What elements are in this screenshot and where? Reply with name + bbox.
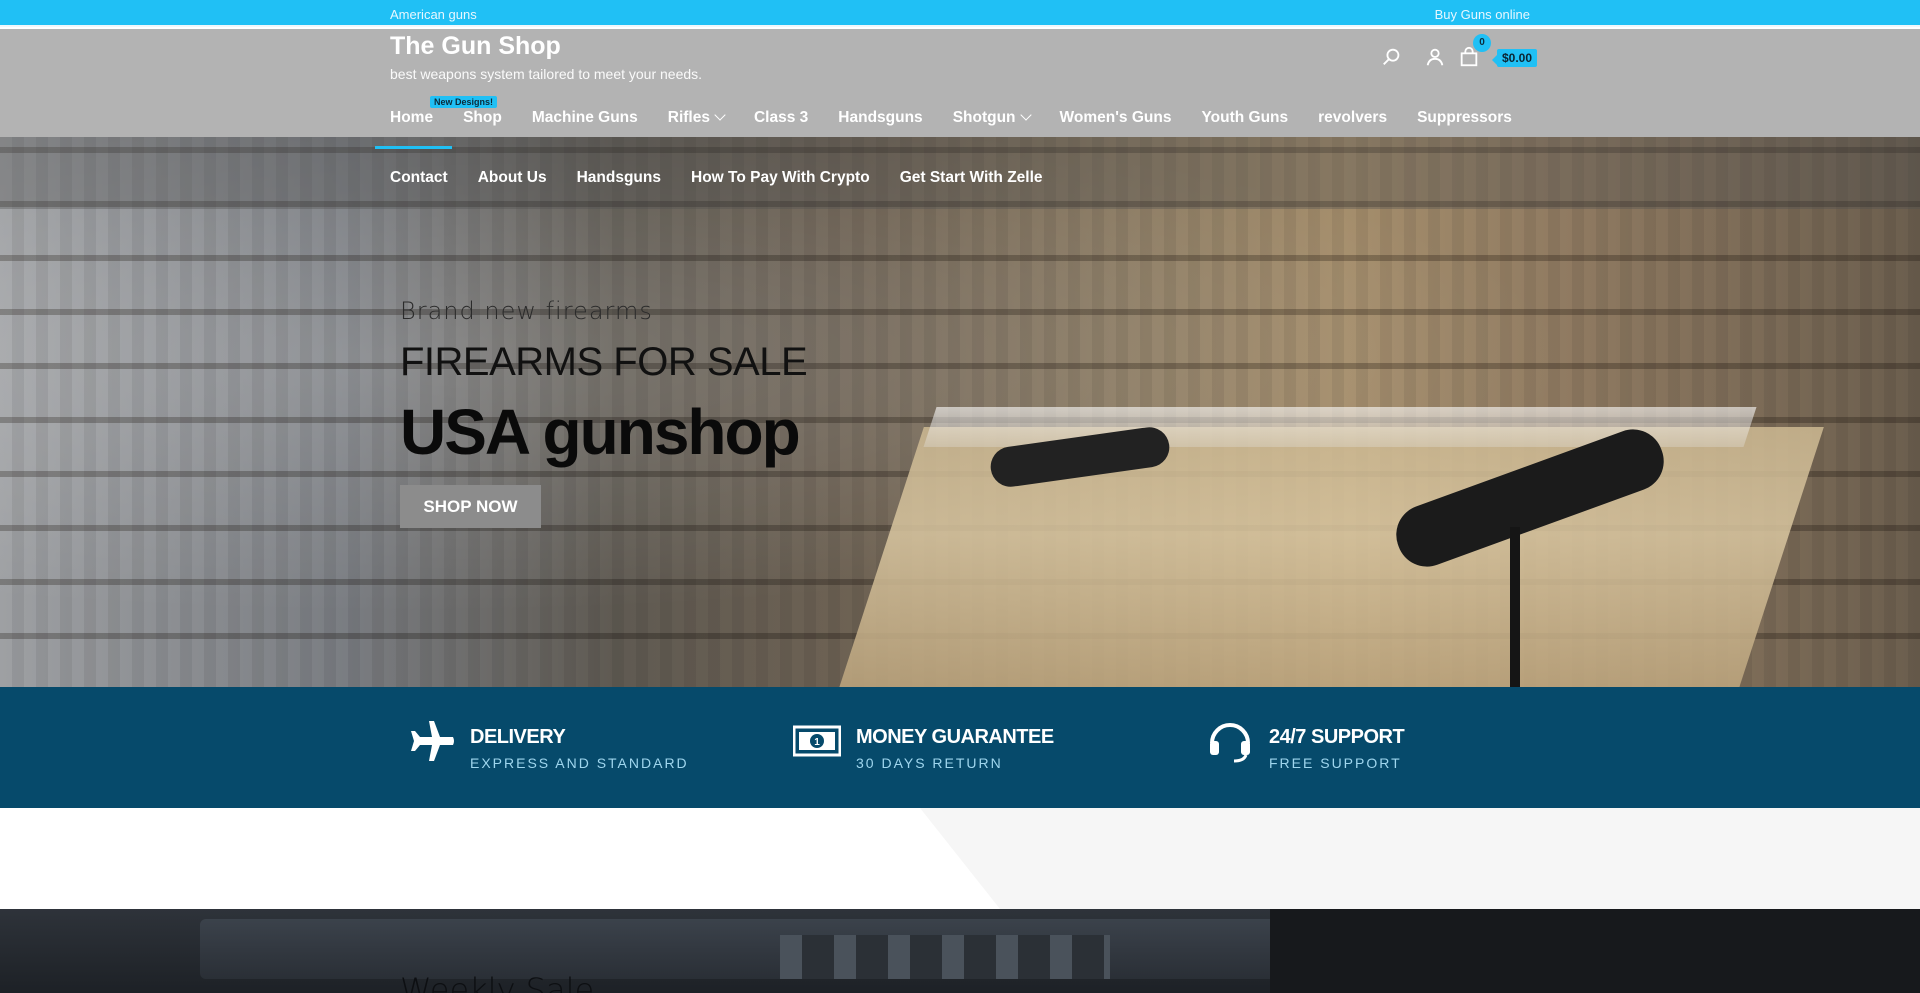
cart-count-badge: 0 [1473,34,1491,52]
new-designs-badge: New Designs! [430,96,498,108]
content-spacer [0,808,1920,909]
site-tagline: best weapons system tailored to meet you… [390,66,703,82]
headset-icon [1206,719,1254,763]
airplane-icon [407,719,455,763]
chevron-down-icon [714,109,726,121]
secondary-nav: Contact About Us Handsguns How To Pay Wi… [390,169,1073,187]
nav-item-suppressors[interactable]: Suppressors [1417,109,1512,127]
rifle-rail-image [780,935,1110,979]
nav-item-rifles[interactable]: Rifles [667,109,726,127]
site-header: The Gun Shop best weapons system tailore… [0,29,1920,137]
shop-now-button[interactable]: SHOP NOW [400,485,541,528]
nav-item-shop[interactable]: Shop [463,109,502,127]
nav-item-youth-guns[interactable]: Youth Guns [1201,109,1288,127]
nav-item-machine-guns[interactable]: Machine Guns [532,109,638,127]
diagonal-shape [920,808,1920,909]
feature-subtitle: FREE SUPPORT [1269,755,1402,771]
nav-item-handsguns[interactable]: Handsguns [838,109,922,127]
nav-item-womens-guns[interactable]: Women's Guns [1060,109,1172,127]
search-icon[interactable] [1381,46,1403,68]
hero-counter-shape [836,427,1824,687]
nav-item-class-3[interactable]: Class 3 [754,109,808,127]
top-bar: American guns Buy Guns online [0,0,1920,27]
feature-subtitle: 30 DAYS RETURN [856,755,1003,771]
hero-heading: FIREARMS FOR SALE [400,340,808,384]
nav-item-about-us[interactable]: About Us [478,169,547,187]
nav-item-pay-with-crypto[interactable]: How To Pay With Crypto [691,169,870,187]
money-icon: 1 [792,719,842,763]
nav-item-handsguns-secondary[interactable]: Handsguns [577,169,661,187]
primary-nav: Home Shop Machine Guns Rifles Class 3 Ha… [390,109,1542,127]
nav-item-home[interactable]: Home [390,109,433,127]
feature-subtitle: EXPRESS AND STANDARD [470,755,689,771]
hero-banner: Contact About Us Handsguns How To Pay Wi… [0,137,1920,687]
weekly-dark-panel [1270,909,1920,993]
feature-title: MONEY GUARANTEE [856,726,1054,748]
site-title[interactable]: The Gun Shop [390,32,561,61]
weekly-sale-section: Weekly Sale [0,909,1920,993]
cart-total[interactable]: $0.00 [1491,49,1538,67]
hero-eyebrow: Brand new firearms [400,297,653,325]
weekly-sale-title: Weekly Sale [400,971,595,993]
features-band: DELIVERY EXPRESS AND STANDARD 1 MONEY GU… [0,687,1920,808]
topbar-left-text: American guns [390,7,477,22]
feature-title: 24/7 SUPPORT [1269,726,1405,748]
hero-tripod-shape [1510,527,1520,687]
nav-item-revolvers[interactable]: revolvers [1318,109,1387,127]
nav-item-contact[interactable]: Contact [390,169,448,187]
chevron-down-icon [1019,109,1032,121]
nav-item-shotgun-label: Shotgun [952,109,1016,126]
user-account-icon[interactable] [1424,46,1446,68]
nav-item-rifles-label: Rifles [667,109,710,126]
hero-title: USA gunshop [400,396,801,468]
nav-item-zelle[interactable]: Get Start With Zelle [900,169,1043,187]
nav-item-shotgun[interactable]: Shotgun [952,109,1032,127]
feature-title: DELIVERY [470,726,566,748]
topbar-right-text: Buy Guns online [1434,7,1530,22]
svg-text:1: 1 [814,737,820,748]
active-nav-indicator [375,146,452,149]
